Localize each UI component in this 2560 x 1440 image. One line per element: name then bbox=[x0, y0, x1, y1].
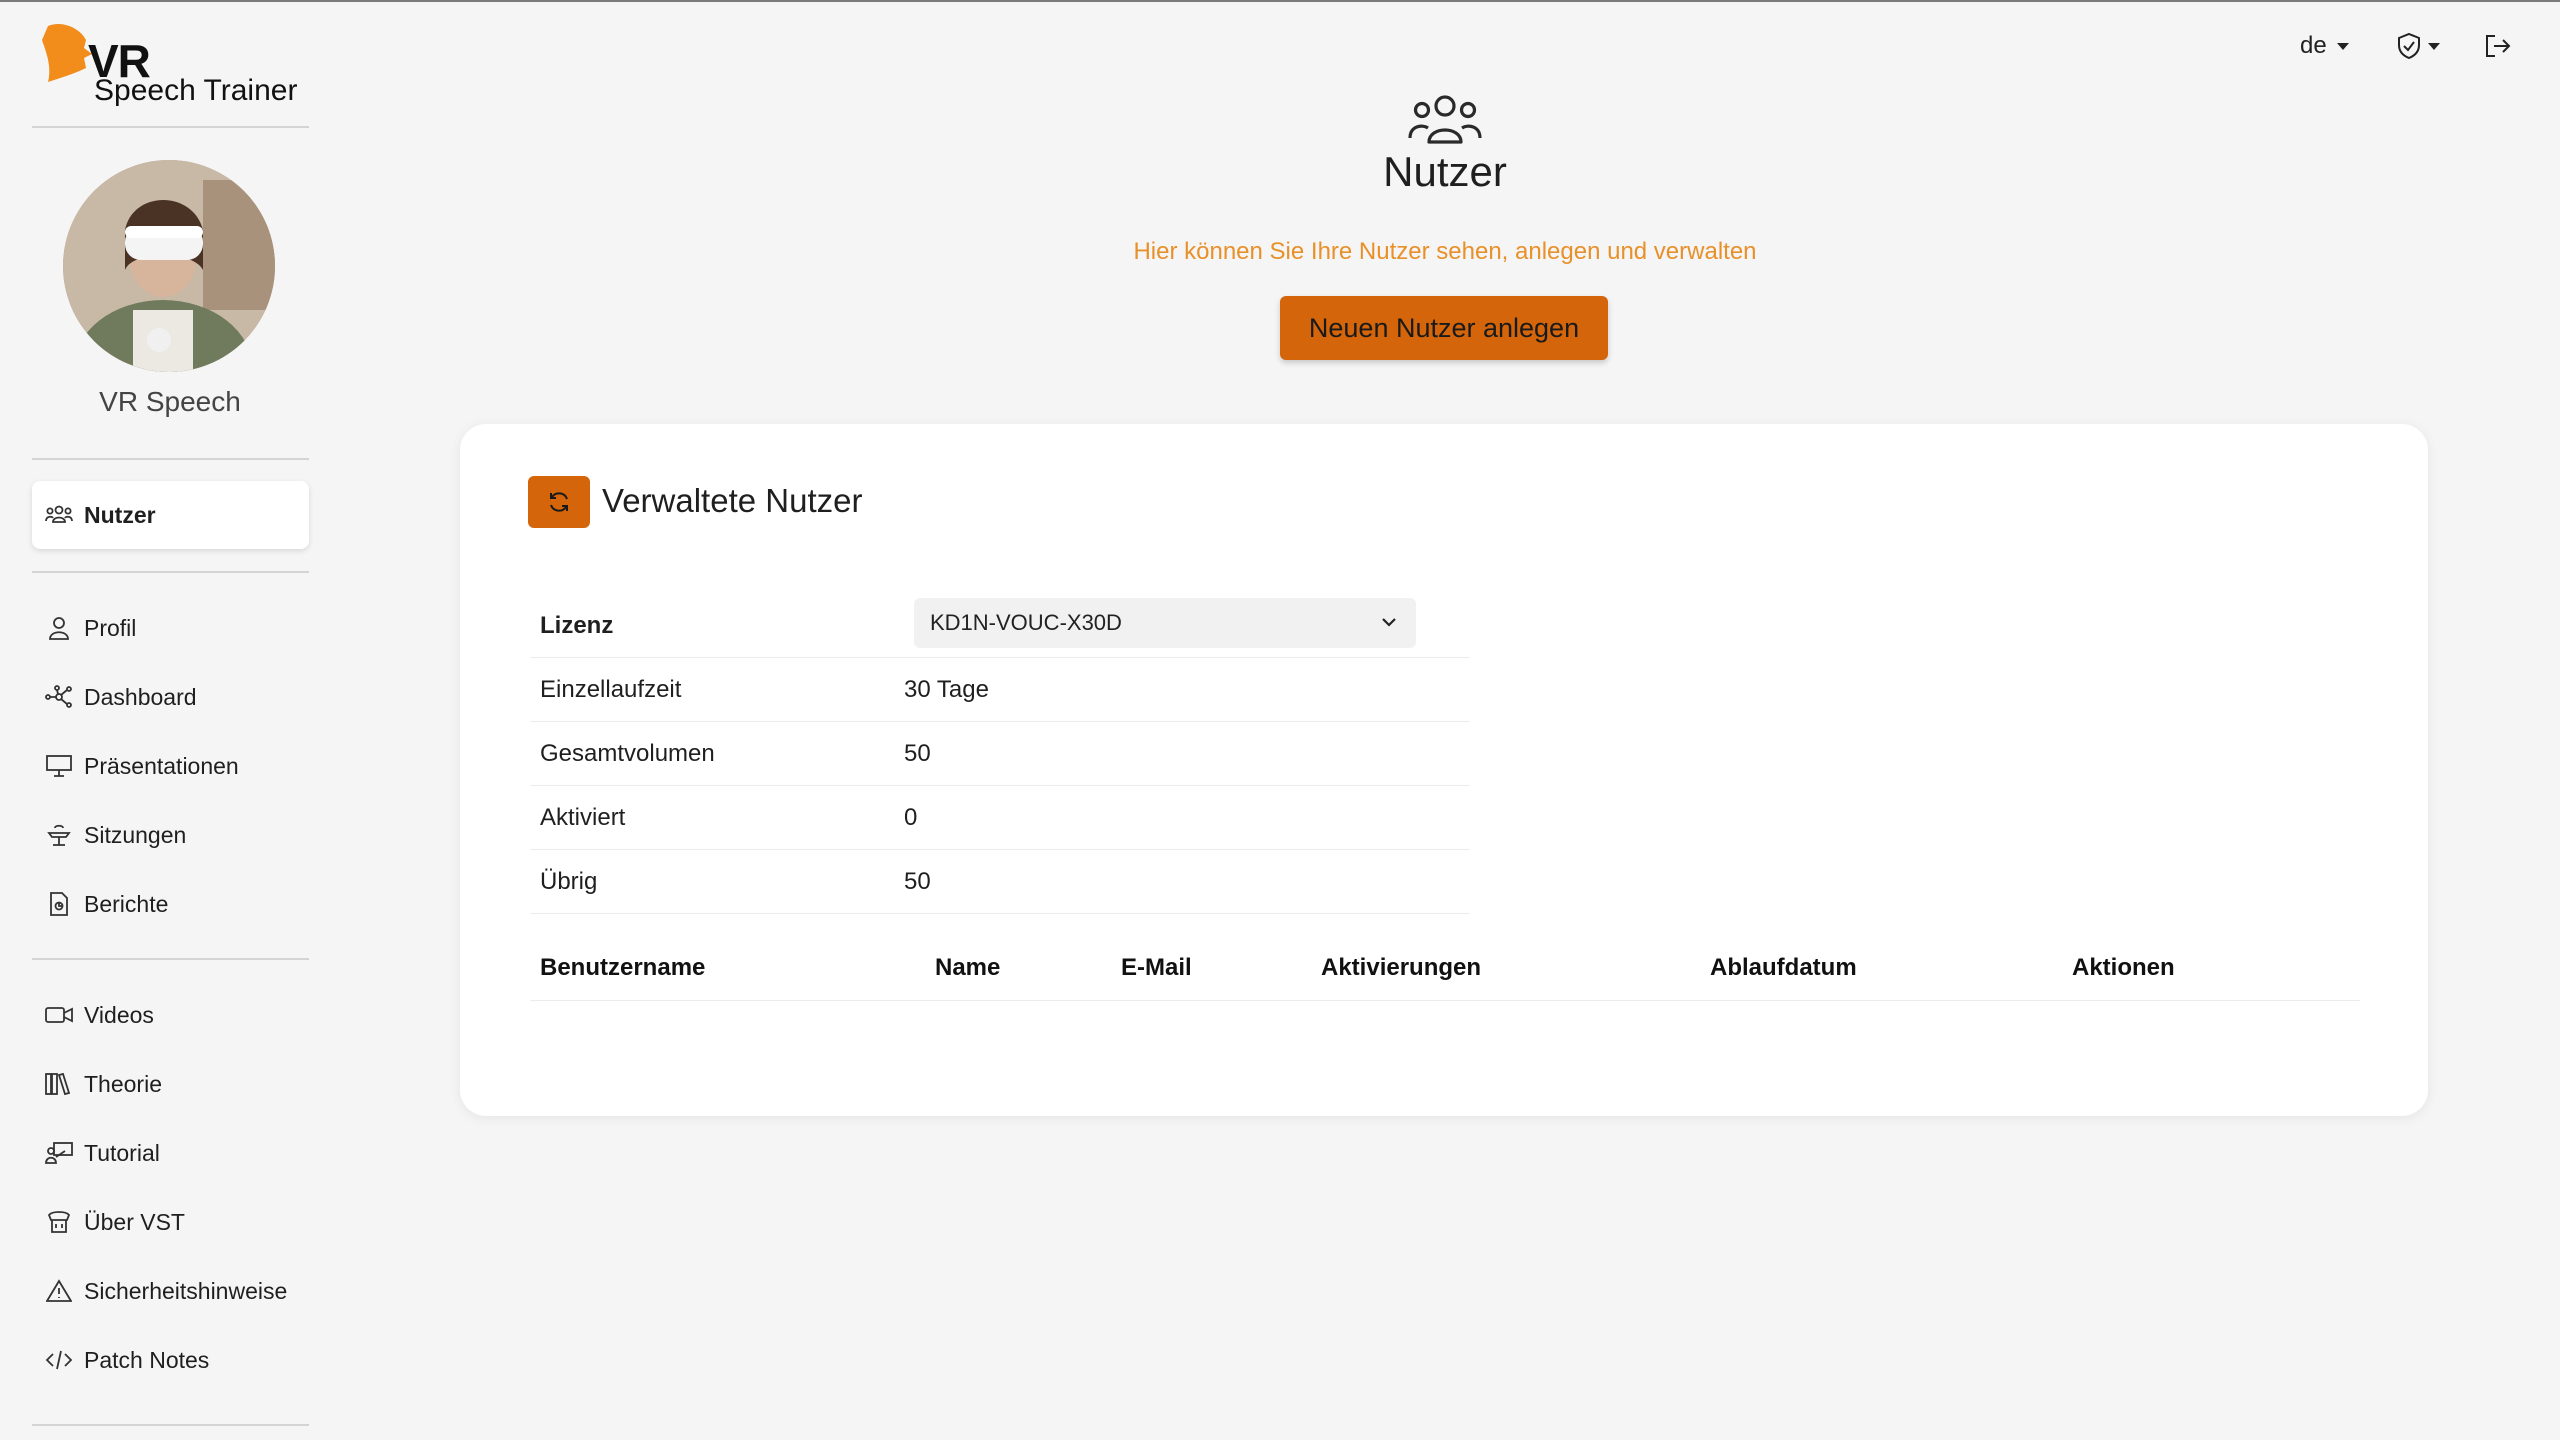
info-key: Aktiviert bbox=[540, 803, 626, 831]
sidebar-item-profil[interactable]: Profil bbox=[32, 594, 309, 662]
refresh-button[interactable] bbox=[528, 476, 590, 528]
sidebar-divider bbox=[32, 126, 309, 128]
nodes-icon bbox=[44, 682, 74, 712]
sidebar-item-label: Tutorial bbox=[84, 1139, 160, 1166]
info-value: 0 bbox=[904, 803, 918, 831]
sidebar-divider bbox=[32, 458, 309, 460]
logout-button[interactable] bbox=[2484, 28, 2512, 64]
column-header-aktionen[interactable]: Aktionen bbox=[2072, 954, 2175, 982]
sidebar-item-label: Patch Notes bbox=[84, 1346, 210, 1373]
sidebar-item-tutorial[interactable]: Tutorial bbox=[32, 1119, 309, 1187]
sidebar-item-label: Über VST bbox=[84, 1208, 185, 1235]
sidebar-item-patch-notes[interactable]: Patch Notes bbox=[32, 1326, 309, 1394]
sidebar-item-label: Profil bbox=[84, 614, 137, 641]
info-value: 30 Tage bbox=[904, 675, 989, 703]
sidebar-item-videos[interactable]: Videos bbox=[32, 981, 309, 1049]
sidebar-item-sicherheitshinweise[interactable]: Sicherheitshinweise bbox=[32, 1257, 309, 1325]
column-header-aktivierungen[interactable]: Aktivierungen bbox=[1321, 954, 1481, 982]
security-dropdown[interactable] bbox=[2396, 28, 2440, 64]
language-label: de bbox=[2300, 32, 2327, 59]
window-top-border bbox=[0, 0, 2560, 2]
tutorial-icon bbox=[44, 1138, 74, 1168]
sidebar-item-sitzungen[interactable]: Sitzungen bbox=[32, 801, 309, 869]
books-icon bbox=[44, 1069, 74, 1099]
license-select[interactable]: KD1N-VOUC-X30D bbox=[914, 598, 1416, 648]
caret-down-icon bbox=[2428, 42, 2440, 50]
sidebar-item-berichte[interactable]: Berichte bbox=[32, 870, 309, 938]
chevron-down-icon bbox=[1382, 618, 1396, 627]
language-dropdown[interactable]: de bbox=[2300, 28, 2349, 64]
sidebar-item-label: Theorie bbox=[84, 1070, 162, 1097]
create-user-button[interactable]: Neuen Nutzer anlegen bbox=[1280, 296, 1608, 360]
caret-down-icon bbox=[2336, 42, 2349, 50]
users-icon bbox=[1408, 95, 1482, 144]
info-row: Einzellaufzeit 30 Tage bbox=[530, 658, 1470, 722]
video-icon bbox=[44, 1000, 74, 1030]
shield-check-icon bbox=[2398, 32, 2420, 60]
user-display-name: VR Speech bbox=[99, 386, 241, 417]
logout-icon bbox=[2486, 35, 2511, 57]
logo-subtitle: Speech Trainer bbox=[94, 74, 298, 107]
column-header-name[interactable]: Name bbox=[935, 954, 1000, 982]
info-value: 50 bbox=[904, 867, 931, 895]
sidebar-divider bbox=[32, 1424, 309, 1426]
sidebar-item-label: Präsentationen bbox=[84, 752, 239, 779]
info-key: Übrig bbox=[540, 867, 598, 895]
refresh-icon bbox=[550, 492, 568, 512]
license-label: Lizenz bbox=[540, 611, 614, 639]
sidebar-item-nutzer[interactable]: Nutzer bbox=[32, 481, 309, 549]
sidebar-item-label: Nutzer bbox=[84, 501, 156, 528]
sidebar-item-theorie[interactable]: Theorie bbox=[32, 1050, 309, 1118]
presentation-icon bbox=[44, 751, 74, 781]
sidebar-item-label: Berichte bbox=[84, 890, 169, 917]
column-header-ablaufdatum[interactable]: Ablaufdatum bbox=[1710, 954, 1857, 982]
podium-icon bbox=[44, 820, 74, 850]
info-row: Aktiviert 0 bbox=[530, 786, 1470, 850]
info-row: Übrig 50 bbox=[530, 850, 1470, 914]
info-value: 50 bbox=[904, 739, 931, 767]
table-header-divider bbox=[530, 1000, 2360, 1001]
person-icon bbox=[44, 613, 74, 643]
warning-icon bbox=[44, 1276, 74, 1306]
info-key: Gesamtvolumen bbox=[540, 739, 715, 767]
column-header-email[interactable]: E-Mail bbox=[1121, 954, 1192, 982]
card-title: Verwaltete Nutzer bbox=[602, 482, 863, 519]
sidebar-item-label: Dashboard bbox=[84, 683, 197, 710]
sidebar-item-label: Videos bbox=[84, 1001, 154, 1028]
code-icon bbox=[44, 1345, 74, 1375]
sidebar: VR Speech Trainer VR Speech Nutzer Profi… bbox=[0, 0, 340, 1440]
info-row: Gesamtvolumen 50 bbox=[530, 722, 1470, 786]
sidebar-divider bbox=[32, 571, 309, 573]
sidebar-item-label: Sitzungen bbox=[84, 821, 187, 848]
app-logo[interactable]: VR Speech Trainer bbox=[40, 22, 310, 112]
sidebar-item-label: Sicherheitshinweise bbox=[84, 1277, 288, 1304]
column-header-benutzername[interactable]: Benutzername bbox=[540, 954, 705, 982]
sidebar-item-praesentationen[interactable]: Präsentationen bbox=[32, 732, 309, 800]
license-value: KD1N-VOUC-X30D bbox=[930, 610, 1122, 635]
sidebar-item-ueber-vst[interactable]: Über VST bbox=[32, 1188, 309, 1256]
sidebar-divider bbox=[32, 958, 309, 960]
info-key: Einzellaufzeit bbox=[540, 675, 682, 703]
report-icon bbox=[44, 889, 74, 919]
avatar bbox=[63, 160, 275, 372]
page-title: Nutzer bbox=[1383, 148, 1507, 195]
info-box-icon bbox=[44, 1207, 74, 1237]
page-subtitle: Hier können Sie Ihre Nutzer sehen, anleg… bbox=[1133, 238, 1757, 265]
avatar-illustration bbox=[63, 160, 275, 372]
managed-users-card: Verwaltete Nutzer Lizenz KD1N-VOUC-X30D … bbox=[460, 424, 2428, 1116]
users-icon bbox=[44, 500, 74, 530]
sidebar-item-dashboard[interactable]: Dashboard bbox=[32, 663, 309, 731]
